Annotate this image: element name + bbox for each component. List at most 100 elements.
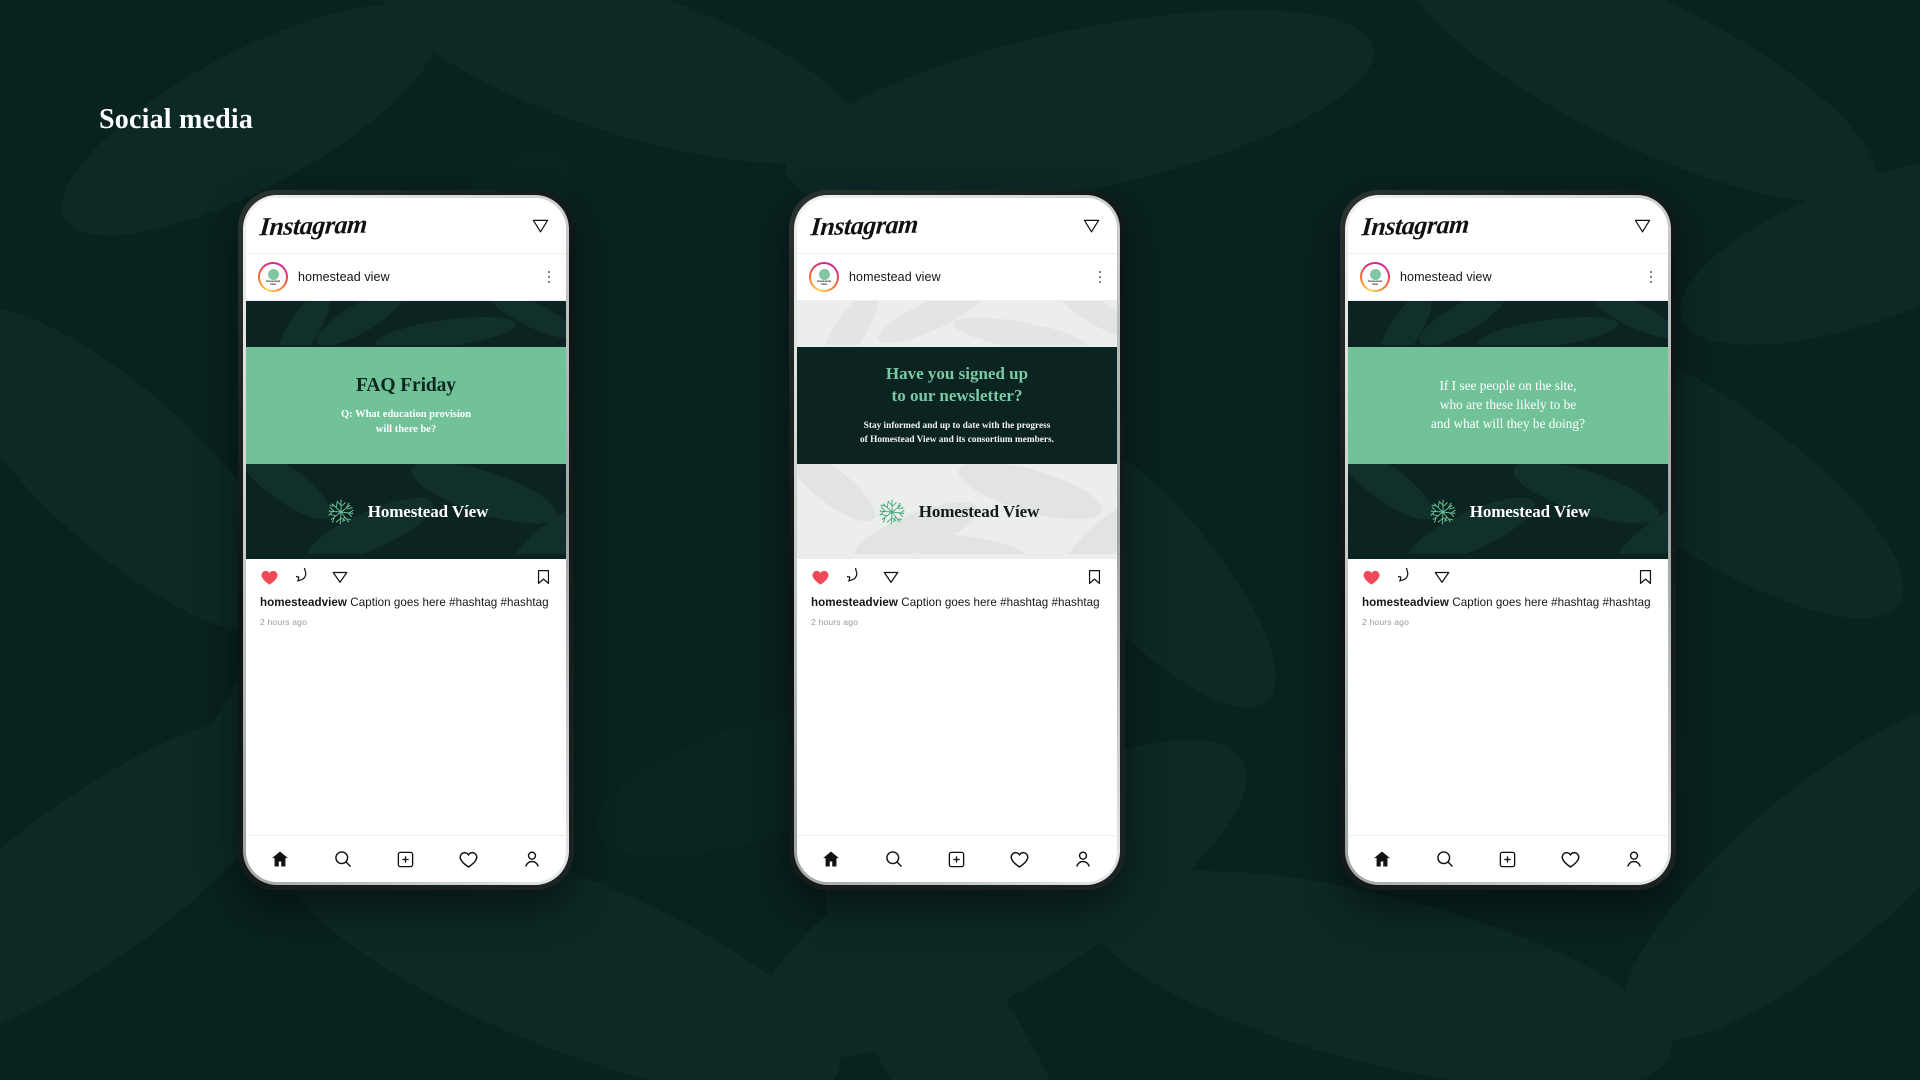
activity-heart-icon[interactable] — [1009, 849, 1030, 870]
post-card-text: FAQ Friday Q: What education provision w… — [246, 347, 566, 464]
caption-text: Caption goes here #hashtag #hashtag — [347, 596, 549, 609]
phone-mockup-1: Instagram Homestead View homestead view … — [238, 190, 574, 890]
bookmark-icon[interactable] — [535, 568, 552, 586]
bookmark-icon[interactable] — [1637, 568, 1654, 586]
paper-plane-icon[interactable] — [1633, 216, 1652, 235]
search-icon[interactable] — [333, 849, 353, 869]
caption-timestamp: 2 hours ago — [811, 617, 859, 628]
phone-bezel: Instagram Homestead View homestead view — [794, 195, 1120, 885]
brand-logo-lockup: Homestead Víew — [797, 464, 1117, 559]
share-paper-plane-icon[interactable] — [882, 568, 900, 586]
profile-icon[interactable] — [1073, 849, 1093, 869]
post-card-body: Have you signed up to our newsletter? St… — [797, 347, 1117, 464]
caption-text: Caption goes here #hashtag #hashtag — [898, 596, 1100, 609]
homestead-view-root-network-icon — [879, 499, 905, 524]
heart-filled-icon[interactable] — [811, 568, 830, 587]
phone-screen: Instagram Homestead View homestead view — [797, 198, 1117, 882]
home-icon[interactable] — [270, 849, 290, 869]
post-username[interactable]: homestead view — [849, 270, 941, 284]
more-options-vertical-icon[interactable] — [1650, 271, 1652, 283]
bookmark-icon[interactable] — [1086, 568, 1103, 586]
post-image-2[interactable]: Have you signed up to our newsletter? St… — [797, 301, 1117, 559]
caption-handle[interactable]: homesteadview — [260, 596, 347, 609]
post-top-band — [246, 301, 566, 347]
post-heading: Have you signed up to our newsletter? — [885, 364, 1029, 405]
home-icon[interactable] — [821, 849, 841, 869]
post-username[interactable]: homestead view — [1400, 270, 1492, 284]
add-post-icon[interactable] — [396, 850, 415, 869]
band-leaf-pattern — [276, 301, 566, 345]
post-quote: If I see people on the site, who are the… — [1431, 378, 1585, 431]
caption-line: homesteadview Caption goes here #hashtag… — [811, 595, 1103, 610]
instagram-top-bar: Instagram — [1348, 198, 1668, 254]
band-leaf-pattern — [1378, 301, 1668, 345]
activity-heart-icon[interactable] — [458, 849, 479, 870]
phone-screen: Instagram Homestead View homestead view — [1348, 198, 1668, 882]
post-actions — [797, 559, 1117, 595]
avatar-inner: Homestead View — [1362, 264, 1388, 290]
profile-icon[interactable] — [522, 849, 542, 869]
post-body: Stay informed and up to date with the pr… — [860, 420, 1054, 445]
brand-wordmark: Homestead Víew — [1469, 501, 1591, 521]
instagram-wordmark: Instagram — [1360, 209, 1471, 241]
homestead-view-root-network-icon — [267, 269, 279, 281]
post-image-1[interactable]: FAQ Friday Q: What education provision w… — [246, 301, 566, 559]
home-icon[interactable] — [1372, 849, 1392, 869]
brand-wordmark: Homestead Víew — [367, 501, 489, 521]
caption-handle[interactable]: homesteadview — [1362, 596, 1449, 609]
instagram-bottom-nav — [1348, 835, 1668, 882]
phone-mockup-2: Instagram Homestead View homestead view — [789, 190, 1125, 890]
post-top-band — [797, 301, 1117, 347]
comment-bubble-icon[interactable] — [847, 568, 865, 586]
post-actions — [1348, 559, 1668, 595]
more-options-vertical-icon[interactable] — [1099, 271, 1101, 283]
post-image-3[interactable]: If I see people on the site, who are the… — [1348, 301, 1668, 559]
caption-handle[interactable]: homesteadview — [811, 596, 898, 609]
brand-wordmark: Homestead Víew — [918, 501, 1040, 521]
avatar-inner: Homestead View — [260, 264, 286, 290]
search-icon[interactable] — [884, 849, 904, 869]
comment-bubble-icon[interactable] — [296, 568, 314, 586]
comment-bubble-icon[interactable] — [1398, 568, 1416, 586]
post-caption: homesteadview Caption goes here #hashtag… — [1348, 595, 1668, 835]
post-username[interactable]: homestead view — [298, 270, 390, 284]
post-card-text: If I see people on the site, who are the… — [1348, 347, 1668, 464]
brand-logo-lockup: Homestead Víew — [1348, 464, 1668, 559]
post-header: Homestead View homestead view — [246, 254, 566, 301]
homestead-view-root-network-icon — [1430, 499, 1456, 524]
profile-icon[interactable] — [1624, 849, 1644, 869]
share-paper-plane-icon[interactable] — [1433, 568, 1451, 586]
add-post-icon[interactable] — [1498, 850, 1517, 869]
post-logo-band: Homestead Víew — [1348, 464, 1668, 559]
share-paper-plane-icon[interactable] — [331, 568, 349, 586]
avatar-label: Homestead View — [1368, 279, 1382, 286]
instagram-wordmark: Instagram — [809, 209, 920, 241]
avatar-inner: Homestead View — [811, 264, 837, 290]
post-caption: homesteadview Caption goes here #hashtag… — [246, 595, 566, 835]
post-caption: homesteadview Caption goes here #hashtag… — [797, 595, 1117, 835]
paper-plane-icon[interactable] — [1082, 216, 1101, 235]
add-post-icon[interactable] — [947, 850, 966, 869]
post-top-band — [1348, 301, 1668, 347]
avatar[interactable]: Homestead View — [809, 262, 839, 292]
heart-filled-icon[interactable] — [1362, 568, 1381, 587]
activity-heart-icon[interactable] — [1560, 849, 1581, 870]
heart-filled-icon[interactable] — [260, 568, 279, 587]
avatar[interactable]: Homestead View — [1360, 262, 1390, 292]
post-header: Homestead View homestead view — [797, 254, 1117, 301]
post-logo-band: Homestead Víew — [797, 464, 1117, 559]
caption-timestamp: 2 hours ago — [260, 617, 308, 628]
paper-plane-icon[interactable] — [531, 216, 550, 235]
band-leaf-pattern — [820, 301, 1117, 345]
avatar[interactable]: Homestead View — [258, 262, 288, 292]
search-icon[interactable] — [1435, 849, 1455, 869]
homestead-view-root-network-icon — [1369, 269, 1381, 281]
homestead-view-root-network-icon — [818, 269, 830, 281]
instagram-wordmark: Instagram — [258, 209, 369, 241]
post-header: Homestead View homestead view — [1348, 254, 1668, 301]
post-actions — [246, 559, 566, 595]
phone-screen: Instagram Homestead View homestead view … — [246, 198, 566, 882]
more-options-vertical-icon[interactable] — [548, 271, 550, 283]
caption-text: Caption goes here #hashtag #hashtag — [1449, 596, 1651, 609]
post-card-text: Have you signed up to our newsletter? St… — [797, 347, 1117, 464]
